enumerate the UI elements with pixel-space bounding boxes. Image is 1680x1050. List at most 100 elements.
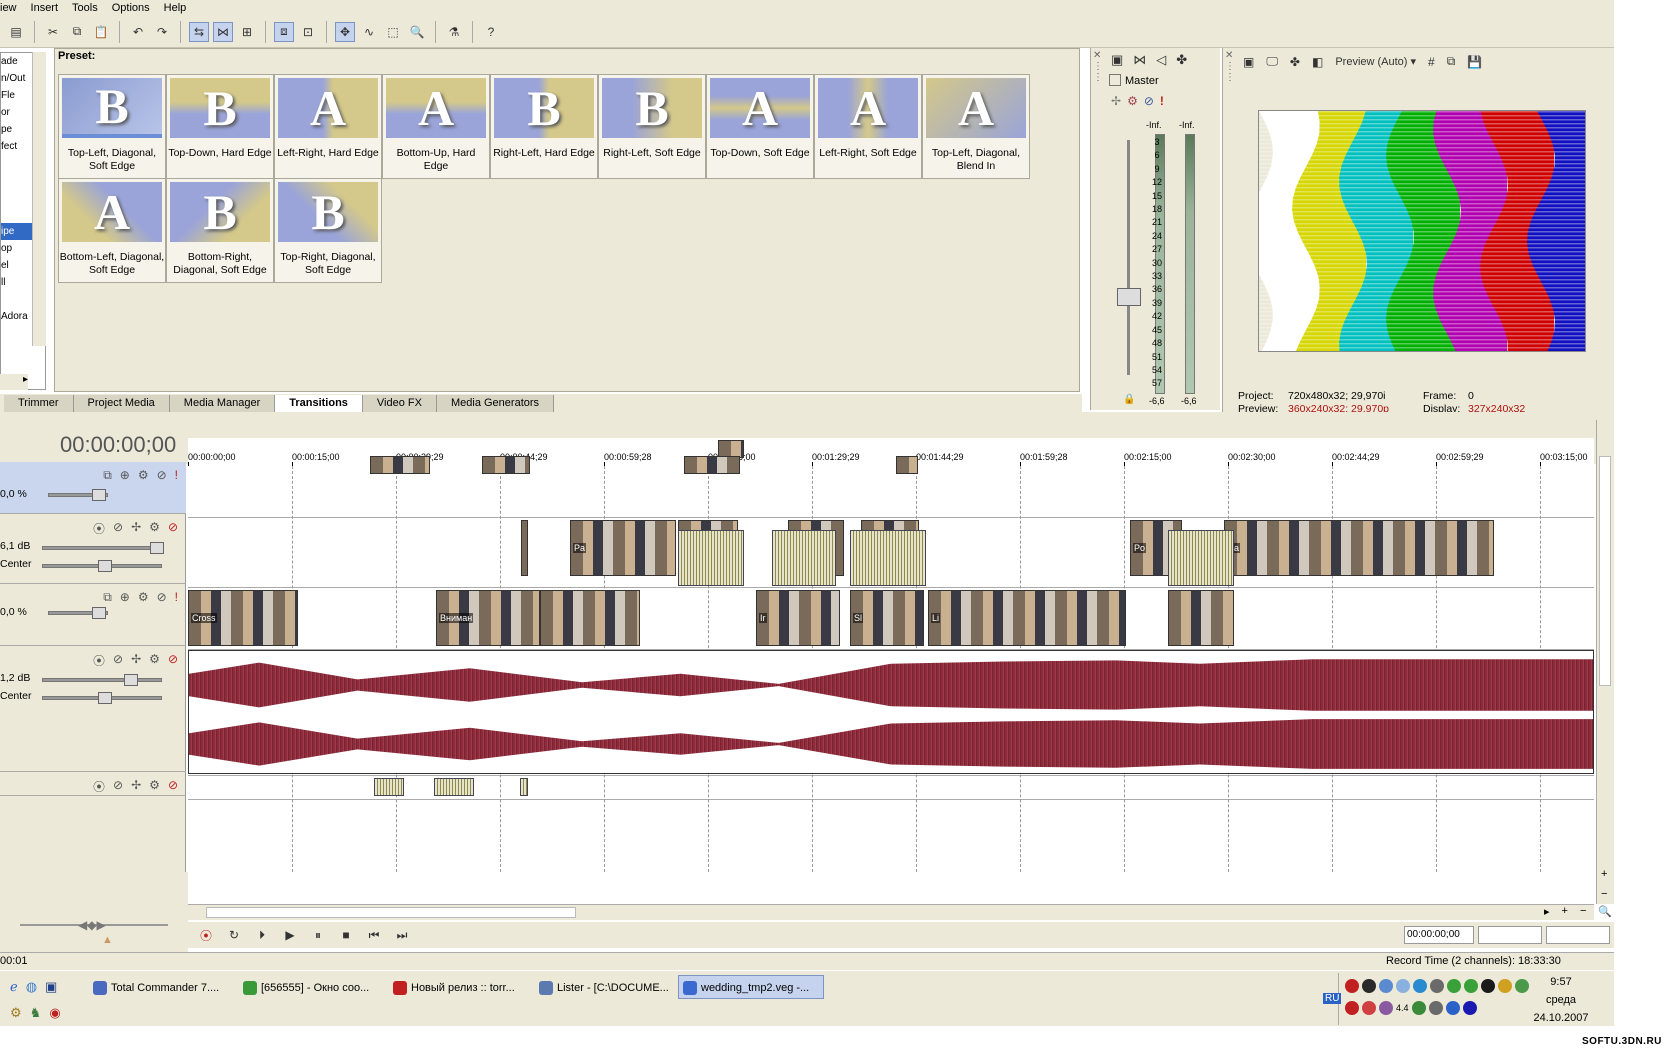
track-header[interactable]: ⦿ ⊘ ✢ ⚙ ⊘ (0, 772, 186, 796)
audio-slider-knob[interactable] (98, 560, 112, 572)
video-clip[interactable] (521, 520, 528, 576)
audio-slider[interactable] (42, 546, 162, 550)
tray-icon-3[interactable] (1379, 979, 1393, 993)
auto-ripple-icon[interactable]: ⇆ (189, 21, 209, 42)
taskbar-task[interactable]: Lister - [C:\DOCUME... (534, 975, 674, 999)
preset-thumbnail[interactable]: A Top-Left, Diagonal, Blend In (922, 74, 1030, 179)
audio-slider[interactable] (42, 678, 162, 682)
preview-quality-select[interactable]: Preview (Auto) ▾ (1335, 55, 1416, 68)
zoom-tool-icon[interactable]: 🔍 (407, 22, 427, 42)
tray-icon-8[interactable] (1464, 979, 1478, 993)
cut-icon[interactable]: ✂ (43, 22, 63, 42)
arm-record-icon[interactable]: ⦿ (93, 652, 105, 669)
level-slider-knob[interactable] (92, 607, 106, 619)
app-icon-2[interactable]: ♞ (30, 1005, 42, 1021)
audio-clip[interactable] (772, 530, 836, 586)
selection-length-field[interactable] (1546, 926, 1610, 944)
downmix-icon[interactable]: ⋈ (1133, 52, 1146, 68)
track-header[interactable]: ⦿ ⊘ ✢ ⚙ ⊘ 6,1 dB Center (0, 514, 186, 584)
bus-clip[interactable] (520, 778, 528, 796)
level-slider-knob[interactable] (92, 489, 106, 501)
preset-thumbnail[interactable]: B Top-Left, Diagonal, Soft Edge (58, 74, 166, 179)
video-clip[interactable]: Cross (188, 590, 298, 646)
tray-icon-9[interactable] (1481, 979, 1495, 993)
timecode-display[interactable]: 00:00:00;00 (60, 432, 176, 458)
preset-thumbnail[interactable]: B Right-Left, Hard Edge (490, 74, 598, 179)
composite-icon[interactable]: ⊕ (120, 468, 130, 483)
clock[interactable]: 9:57 среда 24.10.2007 (1516, 973, 1606, 1027)
solo-icon[interactable]: ⊘ (168, 652, 178, 669)
menu-tools[interactable]: Tools (72, 2, 98, 14)
taskbar-task[interactable]: Total Commander 7.... (88, 975, 234, 999)
menu-view[interactable]: iew (0, 2, 17, 14)
composite-icon[interactable]: ⊕ (120, 590, 130, 605)
cursor-position-field[interactable]: 00:00:00;00 (1404, 926, 1474, 944)
audio-clip[interactable] (1168, 530, 1234, 586)
tray-icon-5[interactable] (1413, 979, 1427, 993)
tab-media-manager[interactable]: Media Manager (169, 395, 276, 412)
record-icon[interactable]: ⦿ (196, 926, 216, 944)
play-from-start-icon[interactable]: ⏵ (252, 926, 272, 944)
ignore-grouping-icon[interactable]: ⊡ (298, 22, 318, 42)
video-clip[interactable]: Ba (1224, 520, 1494, 576)
audio-clip[interactable] (678, 530, 744, 586)
tray-icon-13[interactable] (1362, 1001, 1376, 1015)
preset-thumbnail[interactable]: A Left-Right, Hard Edge (274, 74, 382, 179)
bus-clip[interactable] (434, 778, 474, 796)
video-clip[interactable]: Вниман (436, 590, 540, 646)
overlays-icon[interactable]: # (1428, 55, 1435, 69)
copy-icon[interactable]: ⧉ (67, 22, 87, 42)
app-icon-3[interactable]: ◉ (49, 1005, 60, 1021)
menu-insert[interactable]: Insert (31, 2, 59, 14)
selection-start-field[interactable] (1478, 926, 1542, 944)
taskbar-task[interactable]: wedding_tmp2.veg -... (678, 975, 824, 999)
audio-slider-knob[interactable] (150, 542, 164, 554)
mixer-fx-icon[interactable]: ✤ (1176, 52, 1187, 68)
solo-icon[interactable]: ⊘ (168, 778, 178, 795)
mute-icon[interactable]: ⚙ (149, 520, 160, 537)
track-fx-icon[interactable]: ⚙ (138, 590, 149, 605)
zoom-tool-small-icon[interactable]: 🔍 (1598, 905, 1612, 918)
tab-media-generators[interactable]: Media Generators (436, 395, 555, 412)
properties-icon[interactable]: ▤ (6, 22, 26, 42)
preset-thumbnail[interactable]: A Top-Down, Soft Edge (706, 74, 814, 179)
zoom-out-icon[interactable]: − (1601, 888, 1607, 900)
scroll-thumb[interactable] (206, 907, 576, 918)
fader-lock-icon[interactable]: 🔒 (1123, 394, 1135, 405)
normal-edit-tool-icon[interactable]: ✥ (335, 21, 355, 42)
audio-clip[interactable] (850, 530, 926, 586)
marker-region-clip[interactable] (370, 456, 430, 474)
preset-thumbnail[interactable]: B Top-Down, Hard Edge (166, 74, 274, 179)
transition-list-scrollbar[interactable] (32, 52, 46, 346)
lock-envelopes-icon[interactable]: ⧈ (274, 21, 294, 42)
taskbar-task[interactable]: Новый релиз :: torr... (388, 975, 528, 999)
audio-slider-knob[interactable] (98, 692, 112, 704)
preview-properties-icon[interactable]: ▣ (1243, 55, 1254, 69)
marker-region-clip[interactable] (896, 456, 918, 474)
mute-icon[interactable]: ⊘ (157, 468, 167, 483)
h-zoom-out-icon[interactable]: − (1580, 905, 1586, 918)
zoom-in-icon[interactable]: + (1601, 868, 1607, 880)
invert-phase-icon[interactable]: ⊘ (113, 652, 123, 669)
play-icon[interactable]: ▶ (280, 926, 300, 944)
loop-icon[interactable]: ↻ (224, 926, 244, 944)
menu-help[interactable]: Help (164, 2, 187, 14)
track-fx-icon[interactable]: ✢ (131, 652, 141, 669)
video-clip[interactable]: Pa (570, 520, 676, 576)
timeline-horizontal-scrollbar[interactable]: ▸ + − 🔍 (188, 904, 1612, 920)
preset-thumbnail[interactable]: B Bottom-Right, Diagonal, Soft Edge (166, 178, 274, 283)
render-icon[interactable]: ⚗ (444, 22, 464, 42)
selection-tool-icon[interactable]: ⬚ (383, 22, 403, 42)
ie-icon[interactable]: ℯ (10, 979, 18, 995)
arm-record-icon[interactable]: ⦿ (93, 520, 105, 537)
master-bypass-icon[interactable]: ⊘ (1144, 94, 1154, 108)
tray-icon-15[interactable] (1411, 1001, 1426, 1015)
stop-icon[interactable]: ■ (336, 926, 356, 944)
audio-slider-knob[interactable] (124, 674, 138, 686)
split-screen-icon[interactable]: ◧ (1312, 55, 1323, 69)
tray-icon-7[interactable] (1447, 979, 1461, 993)
track-motion-icon[interactable]: ⧉ (103, 590, 112, 605)
solo-icon[interactable]: ! (175, 468, 178, 483)
taskbar-task[interactable]: [656555] - Окно соо... (238, 975, 384, 999)
auto-crossfade-icon[interactable]: ⋈ (213, 21, 233, 42)
